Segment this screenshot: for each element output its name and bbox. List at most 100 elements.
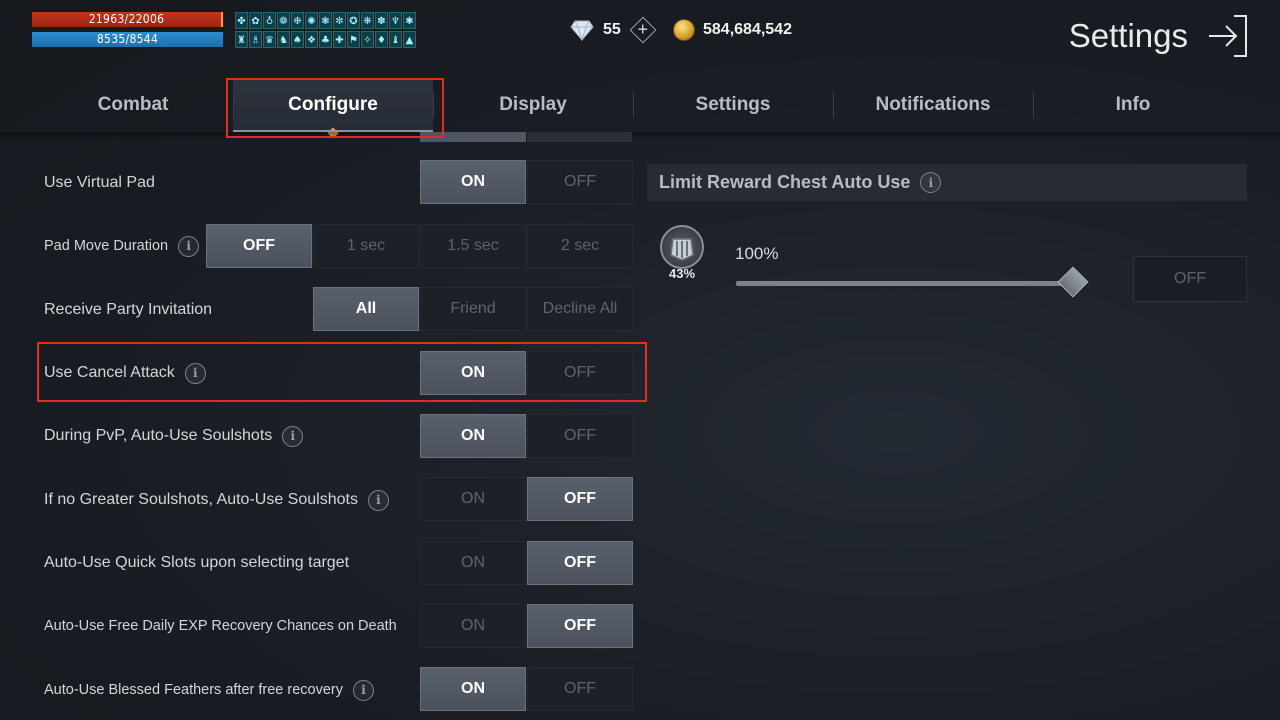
reward-chest-off-button[interactable]: OFF [1133, 256, 1247, 302]
selector-party-invitation: All Friend Decline All [313, 287, 633, 331]
info-icon[interactable]: i [920, 172, 942, 193]
buff-icon: ✺ [305, 12, 318, 29]
option-off-button[interactable]: OFF [206, 224, 312, 268]
info-icon[interactable]: i [282, 425, 304, 447]
option-on-button[interactable]: ON [420, 667, 526, 711]
buff-icon: ❉ [291, 12, 304, 29]
buff-icon: ✪ [347, 12, 360, 29]
option-off-button[interactable]: OFF [527, 477, 633, 521]
label-text: Auto-Use Blessed Feathers after free rec… [44, 682, 343, 698]
row-label-pad-move-duration: Pad Move Duration i [44, 225, 200, 267]
tab-info[interactable]: Info [1033, 78, 1233, 132]
add-gems-button[interactable]: + [629, 16, 657, 44]
gem-currency: 55 + [570, 16, 657, 44]
option-off-button[interactable]: OFF [527, 604, 633, 648]
row-label-virtual-pad: Use Virtual Pad [44, 162, 155, 204]
tab-notifications[interactable]: Notifications [833, 78, 1033, 132]
exit-button[interactable] [1206, 14, 1248, 58]
row-label-quick-slots: Auto-Use Quick Slots upon selecting targ… [44, 542, 349, 584]
option-friend-button[interactable]: Friend [420, 287, 526, 331]
diamond-icon [570, 19, 594, 42]
buff-icon: ♛ [263, 31, 276, 48]
toggle-quick-slots: ON OFF [420, 541, 633, 585]
buff-icon: ♣ [319, 31, 332, 48]
label-text: Auto-Use Free Daily EXP Recovery Chances… [44, 618, 397, 634]
option-off-button[interactable]: OFF [527, 160, 633, 204]
exit-icon [1209, 15, 1247, 57]
page-title: Settings [1068, 17, 1188, 54]
buff-icon: ♆ [389, 12, 402, 29]
option-on-button[interactable]: ON [420, 414, 526, 458]
highlight-box-cancel-attack [37, 342, 647, 402]
scrolled-option-row [420, 132, 632, 142]
option-off-button[interactable]: OFF [527, 414, 633, 458]
toggle-greater-soulshots: ON OFF [420, 477, 633, 521]
row-label-party-invitation: Receive Party Invitation [44, 289, 212, 331]
info-icon[interactable]: i [178, 235, 200, 257]
buff-icon: ✼ [333, 12, 346, 29]
label-text: Use Virtual Pad [44, 174, 155, 191]
highlight-box-configure [226, 78, 444, 138]
toggle-pvp-soulshots: ON OFF [420, 414, 633, 458]
toggle-blessed-feathers: ON OFF [420, 667, 633, 711]
option-on-button[interactable]: ON [420, 477, 526, 521]
info-icon[interactable]: i [367, 489, 389, 511]
option-1-5-sec-button[interactable]: 1.5 sec [420, 224, 526, 268]
option-on-button[interactable]: ON [420, 160, 526, 204]
buff-icon: ♞ [277, 31, 290, 48]
buff-icon: ♠ [291, 31, 304, 48]
buff-icon: ✧ [361, 31, 374, 48]
buff-icon: ❋ [361, 12, 374, 29]
option-all-button[interactable]: All [313, 287, 419, 331]
chest-percent: 43% [668, 266, 696, 281]
gold-currency: 584,684,542 [673, 16, 792, 44]
buff-icons: ✤ ✿ ♁ ❁ ❉ ✺ ❃ ✼ ✪ ❋ ✽ ♆ ✱ ♜ ♗ ♛ ♞ ♠ ❖ ♣ ✚ ⚑ ✧ ♦ ♝ ▲ [235, 12, 418, 49]
mp-bar: 8535/8544 [32, 32, 223, 47]
plus-icon: + [636, 21, 649, 38]
reward-chest-header: Limit Reward Chest Auto Use i [647, 164, 1247, 201]
buff-icon: ♝ [389, 31, 402, 48]
buff-icon: ❁ [277, 12, 290, 29]
reward-chest-title: Limit Reward Chest Auto Use [659, 172, 911, 192]
label-text: Pad Move Duration [44, 238, 169, 254]
buff-icon: ✤ [235, 12, 248, 29]
tab-display[interactable]: Display [433, 78, 633, 132]
option-1-sec-button[interactable]: 1 sec [313, 224, 419, 268]
option-2-sec-button[interactable]: 2 sec [527, 224, 633, 268]
gem-count: 55 [603, 21, 621, 38]
row-label-blessed-feathers: Auto-Use Blessed Feathers after free rec… [44, 669, 374, 711]
tab-settings[interactable]: Settings [633, 78, 833, 132]
toggle-exp-recovery: ON OFF [420, 604, 633, 648]
label-text: If no Greater Soulshots, Auto-Use Soulsh… [44, 491, 358, 508]
option-decline-all-button[interactable]: Decline All [527, 287, 633, 331]
label-text: Receive Party Invitation [44, 301, 213, 318]
hp-bar: 21963/22006 [32, 12, 223, 27]
buff-icon: ▲ [403, 31, 416, 48]
slider-value: 100% [735, 244, 779, 263]
buff-icon: ✱ [403, 12, 416, 29]
row-label-exp-recovery: Auto-Use Free Daily EXP Recovery Chances… [44, 605, 397, 647]
buff-icon: ❃ [319, 12, 332, 29]
gold-coin-icon [673, 19, 695, 41]
option-off-button[interactable]: OFF [527, 667, 633, 711]
label-text: Auto-Use Quick Slots upon selecting targ… [44, 554, 350, 571]
option-on-button[interactable]: ON [420, 541, 526, 585]
row-label-greater-soulshots: If no Greater Soulshots, Auto-Use Soulsh… [44, 479, 389, 521]
buff-icon: ♜ [235, 31, 248, 48]
tabs-divider [0, 132, 1280, 140]
buff-icon: ♁ [263, 12, 276, 29]
info-icon[interactable]: i [353, 679, 374, 701]
buff-icon: ♦ [375, 31, 388, 48]
gold-count: 584,684,542 [703, 21, 792, 38]
option-on-button[interactable]: ON [420, 604, 526, 648]
buff-icon: ✽ [375, 12, 388, 29]
buff-icon: ⚑ [347, 31, 360, 48]
buff-icon: ♗ [249, 31, 262, 48]
chest-limit-slider[interactable] [736, 281, 1074, 286]
toggle-virtual-pad: ON OFF [420, 160, 633, 204]
option-off-button[interactable]: OFF [527, 541, 633, 585]
buff-icon: ❖ [305, 31, 318, 48]
slider-handle[interactable] [1057, 266, 1089, 298]
settings-tabs: Combat Configure Display Settings Notifi… [33, 78, 1233, 139]
tab-combat[interactable]: Combat [33, 78, 233, 132]
